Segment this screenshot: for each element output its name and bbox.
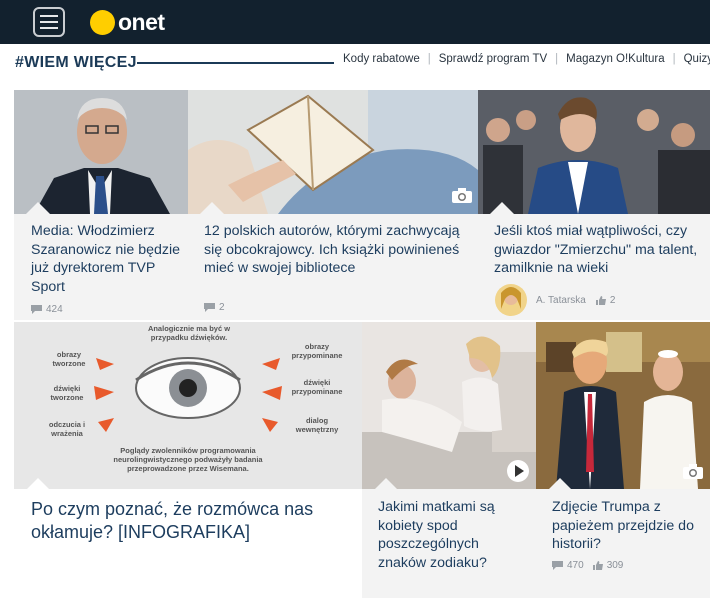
section-divider: [137, 62, 334, 64]
menu-line: [40, 21, 58, 23]
author-name[interactable]: A. Tatarska: [536, 295, 586, 306]
menu-line: [40, 15, 58, 17]
card-notch: [26, 202, 50, 214]
link-quizy[interactable]: Quizy: [684, 53, 710, 65]
author-avatar[interactable]: [494, 283, 528, 317]
card-notch: [490, 202, 514, 214]
infographic-label: odczucia i wrażenia: [48, 420, 86, 438]
infographic-top-text: Analogicznie ma być w przypadku dźwięków…: [147, 324, 231, 342]
comment-icon: [31, 305, 42, 314]
link-magazyn-okultura[interactable]: Magazyn O!Kultura: [566, 53, 664, 65]
hamburger-menu-button[interactable]: [33, 7, 65, 37]
comment-count[interactable]: 2: [204, 302, 225, 313]
article-image: [478, 90, 710, 214]
card-notch: [548, 478, 572, 490]
section-title[interactable]: #WIEM WIĘCEJ: [15, 54, 137, 72]
card-notch: [200, 202, 224, 214]
thumbs-up-icon: [592, 561, 603, 570]
like-count-value: 2: [609, 295, 616, 306]
infographic-label: obrazy przypominane: [291, 342, 343, 360]
play-icon[interactable]: [507, 460, 529, 482]
article-image: [14, 90, 188, 214]
infographic-label: obrazy tworzone: [52, 350, 86, 368]
article-title[interactable]: Jeśli ktoś miał wątpliwości, czy gwiazdo…: [494, 222, 706, 278]
comment-count-value[interactable]: 470: [567, 560, 584, 571]
article-title[interactable]: 12 polskich autorów, którymi zachwycają …: [204, 222, 474, 278]
article-card-trump-papiez[interactable]: Zdjęcie Trumpa z papieżem przejdzie do h…: [536, 322, 710, 598]
author-meta: A. Tatarska 2: [536, 295, 615, 306]
section-header: #WIEM WIĘCEJ Kody rabatowe | Sprawdź pro…: [0, 44, 710, 80]
link-separator: |: [555, 53, 559, 65]
link-kody-rabatowe[interactable]: Kody rabatowe: [343, 53, 420, 65]
menu-line: [40, 27, 58, 29]
link-program-tv[interactable]: Sprawdź program TV: [439, 53, 547, 65]
infographic-label: dźwięki tworzone: [50, 384, 84, 402]
article-title[interactable]: Media: Włodzimierz Szaranowicz nie będzi…: [31, 222, 186, 296]
comment-count-value: 424: [46, 304, 63, 315]
article-card-infografika[interactable]: Analogicznie ma być w przypadku dźwięków…: [14, 322, 362, 598]
like-count-value[interactable]: 309: [607, 560, 624, 571]
article-title[interactable]: Zdjęcie Trumpa z papieżem przejdzie do h…: [552, 498, 702, 554]
section-links: Kody rabatowe | Sprawdź program TV | Mag…: [343, 53, 710, 65]
article-card-polscy-autorzy[interactable]: 12 polskich autorów, którymi zachwycają …: [188, 90, 478, 320]
infographic-label: dialog wewnętrzny: [295, 416, 339, 434]
article-title[interactable]: Po czym poznać, że rozmówca nas okłamuje…: [31, 498, 351, 544]
infographic-label: dźwięki przypominane: [291, 378, 343, 396]
comment-icon: [204, 303, 215, 312]
infographic-image: Analogicznie ma być w przypadku dźwięków…: [14, 322, 362, 489]
camera-icon: [452, 188, 472, 203]
link-separator: |: [427, 53, 431, 65]
comment-icon: [552, 561, 563, 570]
article-stats: 470 309: [552, 560, 623, 571]
logo-text: onet: [118, 9, 165, 35]
top-navigation-bar: onet: [0, 0, 710, 44]
card-notch: [26, 478, 50, 490]
card-notch: [374, 478, 398, 490]
article-title[interactable]: Jakimi matkami są kobiety spod poszczegó…: [378, 498, 528, 572]
comment-count[interactable]: 424: [31, 304, 63, 315]
infographic-bottom-text: Poglądy zwolenników programowania neurol…: [113, 446, 263, 473]
comment-count-value: 2: [219, 302, 225, 313]
onet-logo[interactable]: onet: [90, 9, 165, 36]
article-card-zmierzch[interactable]: Jeśli ktoś miał wątpliwości, czy gwiazdo…: [478, 90, 710, 320]
link-separator: |: [672, 53, 676, 65]
camera-icon: [683, 464, 703, 479]
logo-dot-icon: [90, 10, 115, 35]
article-image: [188, 90, 478, 214]
article-card-szaranowicz[interactable]: Media: Włodzimierz Szaranowicz nie będzi…: [14, 90, 188, 320]
thumbs-up-icon: [595, 296, 606, 305]
article-card-matki-zodiak[interactable]: Jakimi matkami są kobiety spod poszczegó…: [362, 322, 536, 598]
